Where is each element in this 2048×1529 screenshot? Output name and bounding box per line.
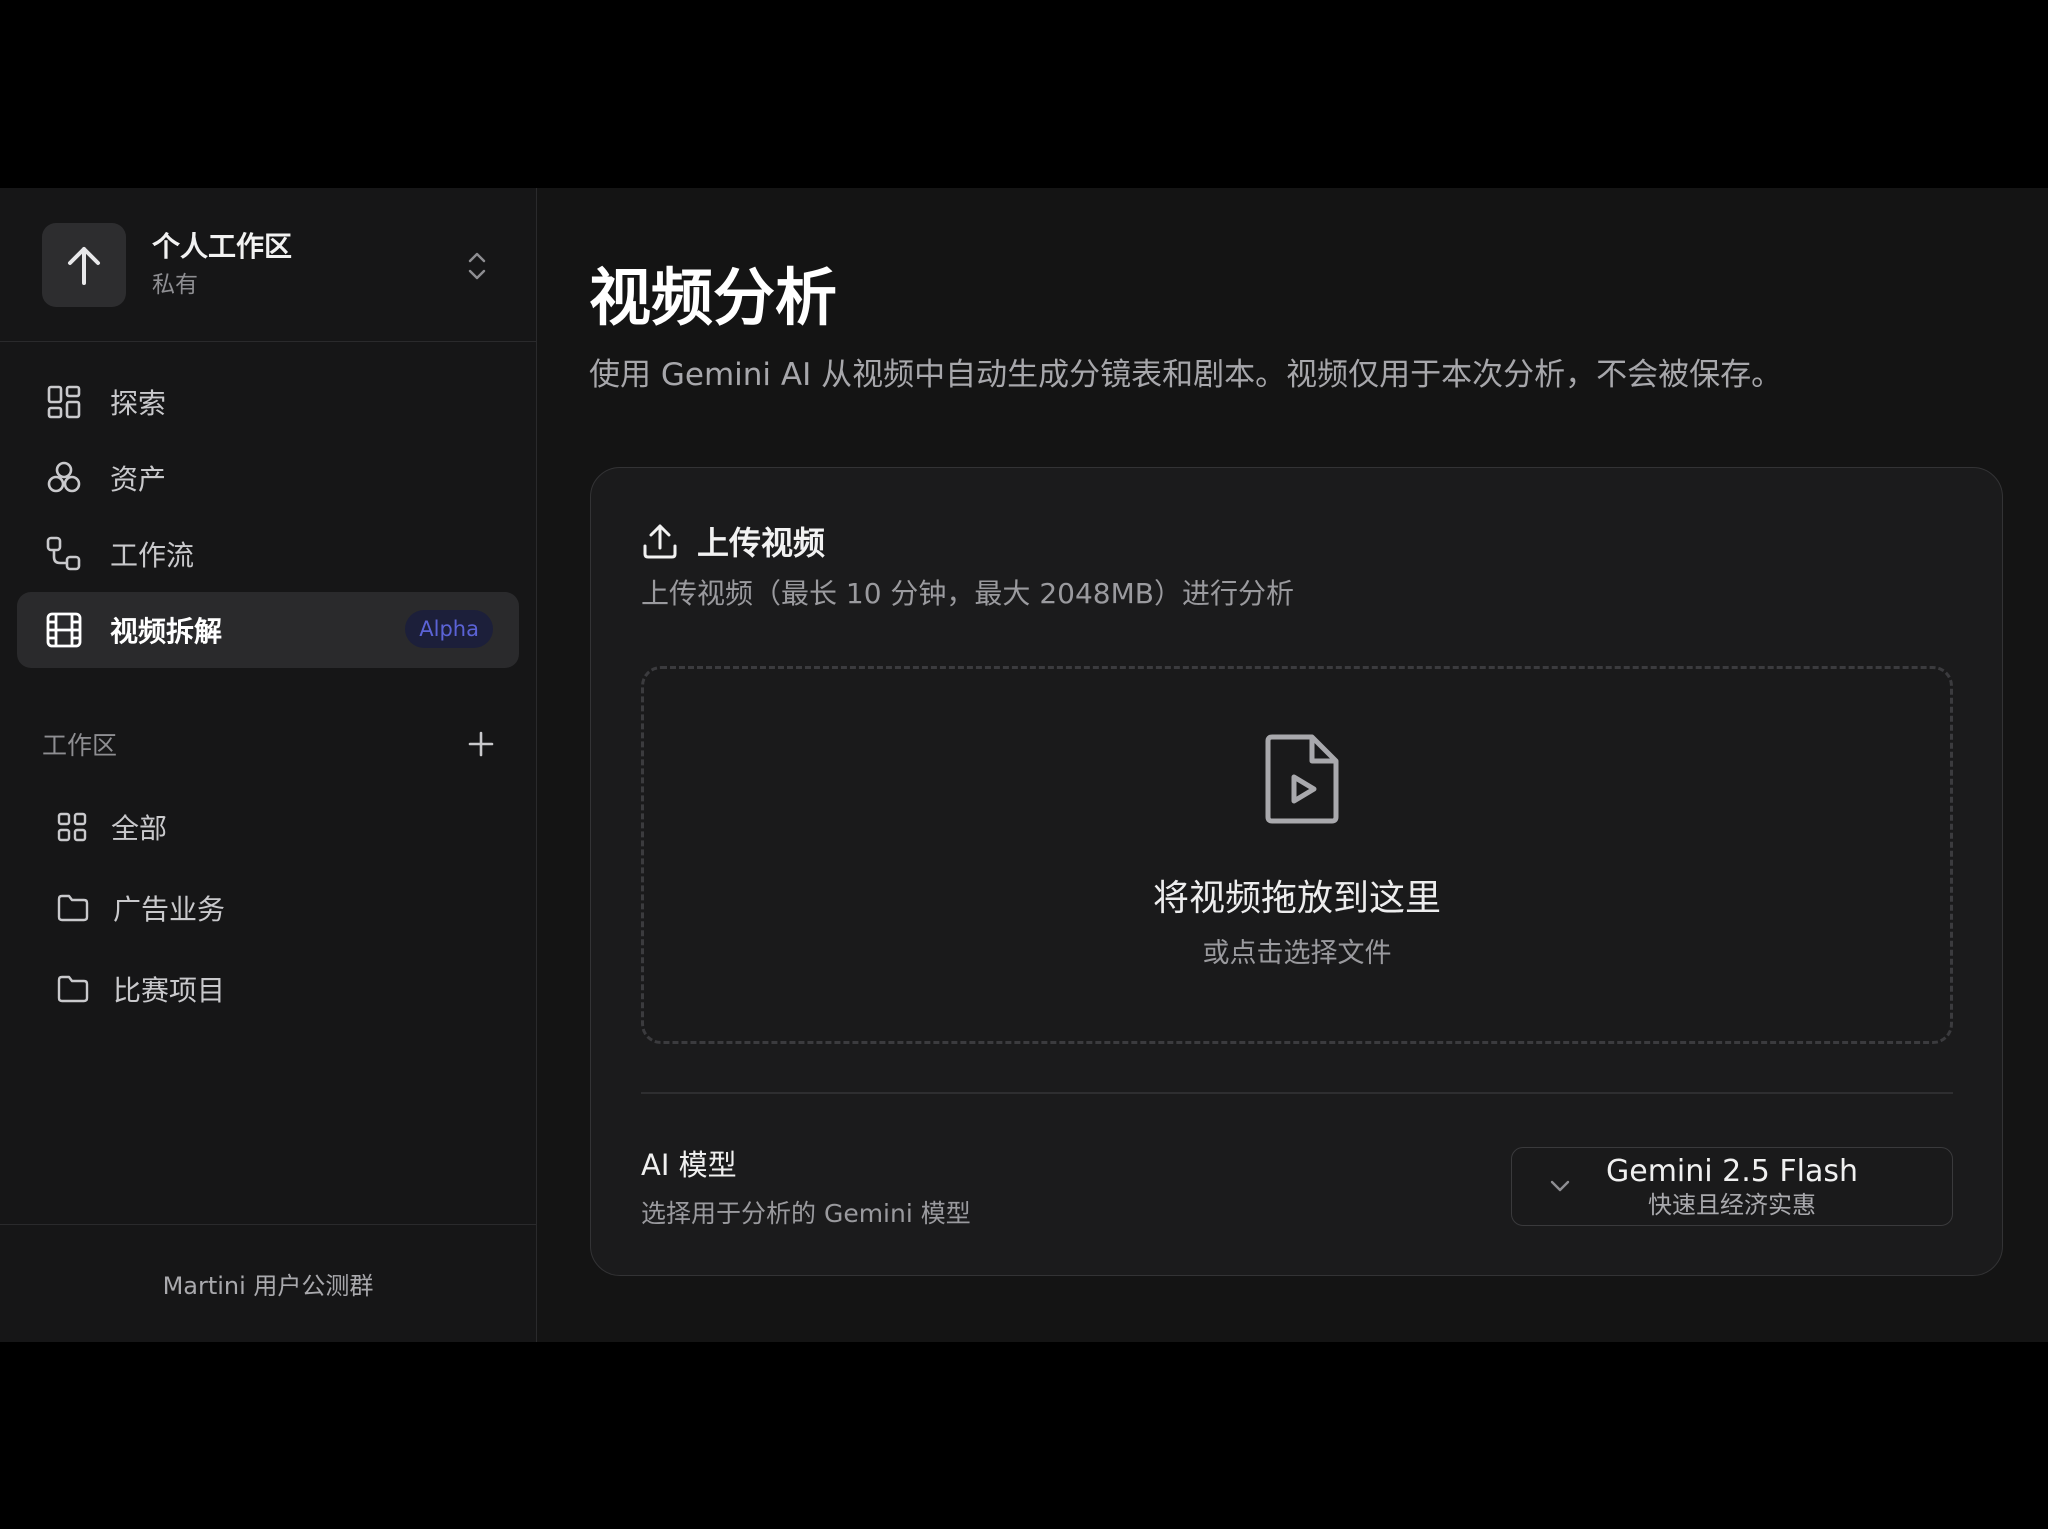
grid-icon <box>57 812 87 841</box>
workspace-item-label: 广告业务 <box>113 892 226 926</box>
folder-icon <box>57 975 89 1002</box>
workspace-item-label: 全部 <box>111 811 168 845</box>
workflow-icon <box>44 534 84 574</box>
arrow-up-icon <box>68 246 100 285</box>
workspace-item-competition[interactable]: 比赛项目 <box>17 948 519 1029</box>
dropzone-subtitle: 或点击选择文件 <box>1202 938 1392 969</box>
nav-item-assets[interactable]: 资产 <box>17 440 519 516</box>
card-title: 上传视频 <box>697 524 826 562</box>
main-nav: 探索 资产 工作流 视频拆解 Alpha <box>0 342 536 668</box>
alpha-badge: Alpha <box>405 610 493 648</box>
grid-icon <box>44 382 84 422</box>
section-title: 工作区 <box>42 731 118 760</box>
chevron-up-down-icon[interactable] <box>466 250 488 282</box>
workspace-item-label: 比赛项目 <box>113 973 226 1007</box>
workspace-item-all[interactable]: 全部 <box>17 786 519 867</box>
nav-item-video-breakdown[interactable]: 视频拆解 Alpha <box>17 592 519 668</box>
nav-label: 视频拆解 <box>110 615 223 648</box>
folder-icon <box>57 894 89 921</box>
nav-item-workflow[interactable]: 工作流 <box>17 516 519 592</box>
model-hint: 选择用于分析的 Gemini 模型 <box>641 1199 971 1228</box>
upload-card: 上传视频 上传视频（最长 10 分钟，最大 2048MB）进行分析 将视频拖放到… <box>590 467 2003 1276</box>
card-subtitle: 上传视频（最长 10 分钟，最大 2048MB）进行分析 <box>641 577 1294 610</box>
workspace-visibility: 私有 <box>152 271 198 298</box>
divider <box>641 1092 1953 1094</box>
assets-icon <box>44 458 84 498</box>
nav-label: 工作流 <box>110 539 195 572</box>
sidebar: 个人工作区 私有 探索 资产 工作流 视频拆解 Alpha 工作区 全部 广告业… <box>0 188 537 1342</box>
nav-label: 资产 <box>110 463 167 496</box>
nav-label: 探索 <box>110 387 167 420</box>
video-dropzone[interactable]: 将视频拖放到这里 或点击选择文件 <box>641 666 1953 1044</box>
plus-icon[interactable] <box>468 731 494 757</box>
selected-model-description: 快速且经济实惠 <box>1648 1191 1816 1219</box>
upload-icon <box>643 524 677 559</box>
app-window: 个人工作区 私有 探索 资产 工作流 视频拆解 Alpha 工作区 全部 广告业… <box>0 188 2048 1342</box>
workspace-name: 个人工作区 <box>152 229 293 263</box>
workspaces-section-header: 工作区 <box>0 724 536 764</box>
selected-model-name: Gemini 2.5 Flash <box>1605 1154 1858 1189</box>
model-select[interactable]: Gemini 2.5 Flash 快速且经济实惠 <box>1511 1147 1953 1226</box>
page-description: 使用 Gemini AI 从视频中自动生成分镜表和剧本。视频仅用于本次分析，不会… <box>589 357 1783 393</box>
film-icon <box>44 610 84 650</box>
workspace-item-ads[interactable]: 广告业务 <box>17 867 519 948</box>
main-content: 视频分析 使用 Gemini AI 从视频中自动生成分镜表和剧本。视频仅用于本次… <box>537 188 2048 1342</box>
video-file-icon <box>1265 734 1339 824</box>
community-link[interactable]: Martini 用户公测群 <box>0 1224 536 1342</box>
nav-item-explore[interactable]: 探索 <box>17 364 519 440</box>
dropzone-title: 将视频拖放到这里 <box>1152 878 1441 919</box>
model-label: AI 模型 <box>641 1148 737 1182</box>
workspace-list: 全部 广告业务 比赛项目 <box>0 764 536 1029</box>
workspace-switcher[interactable]: 个人工作区 私有 <box>0 188 536 342</box>
page-title: 视频分析 <box>589 261 838 334</box>
workspace-avatar <box>42 222 126 307</box>
